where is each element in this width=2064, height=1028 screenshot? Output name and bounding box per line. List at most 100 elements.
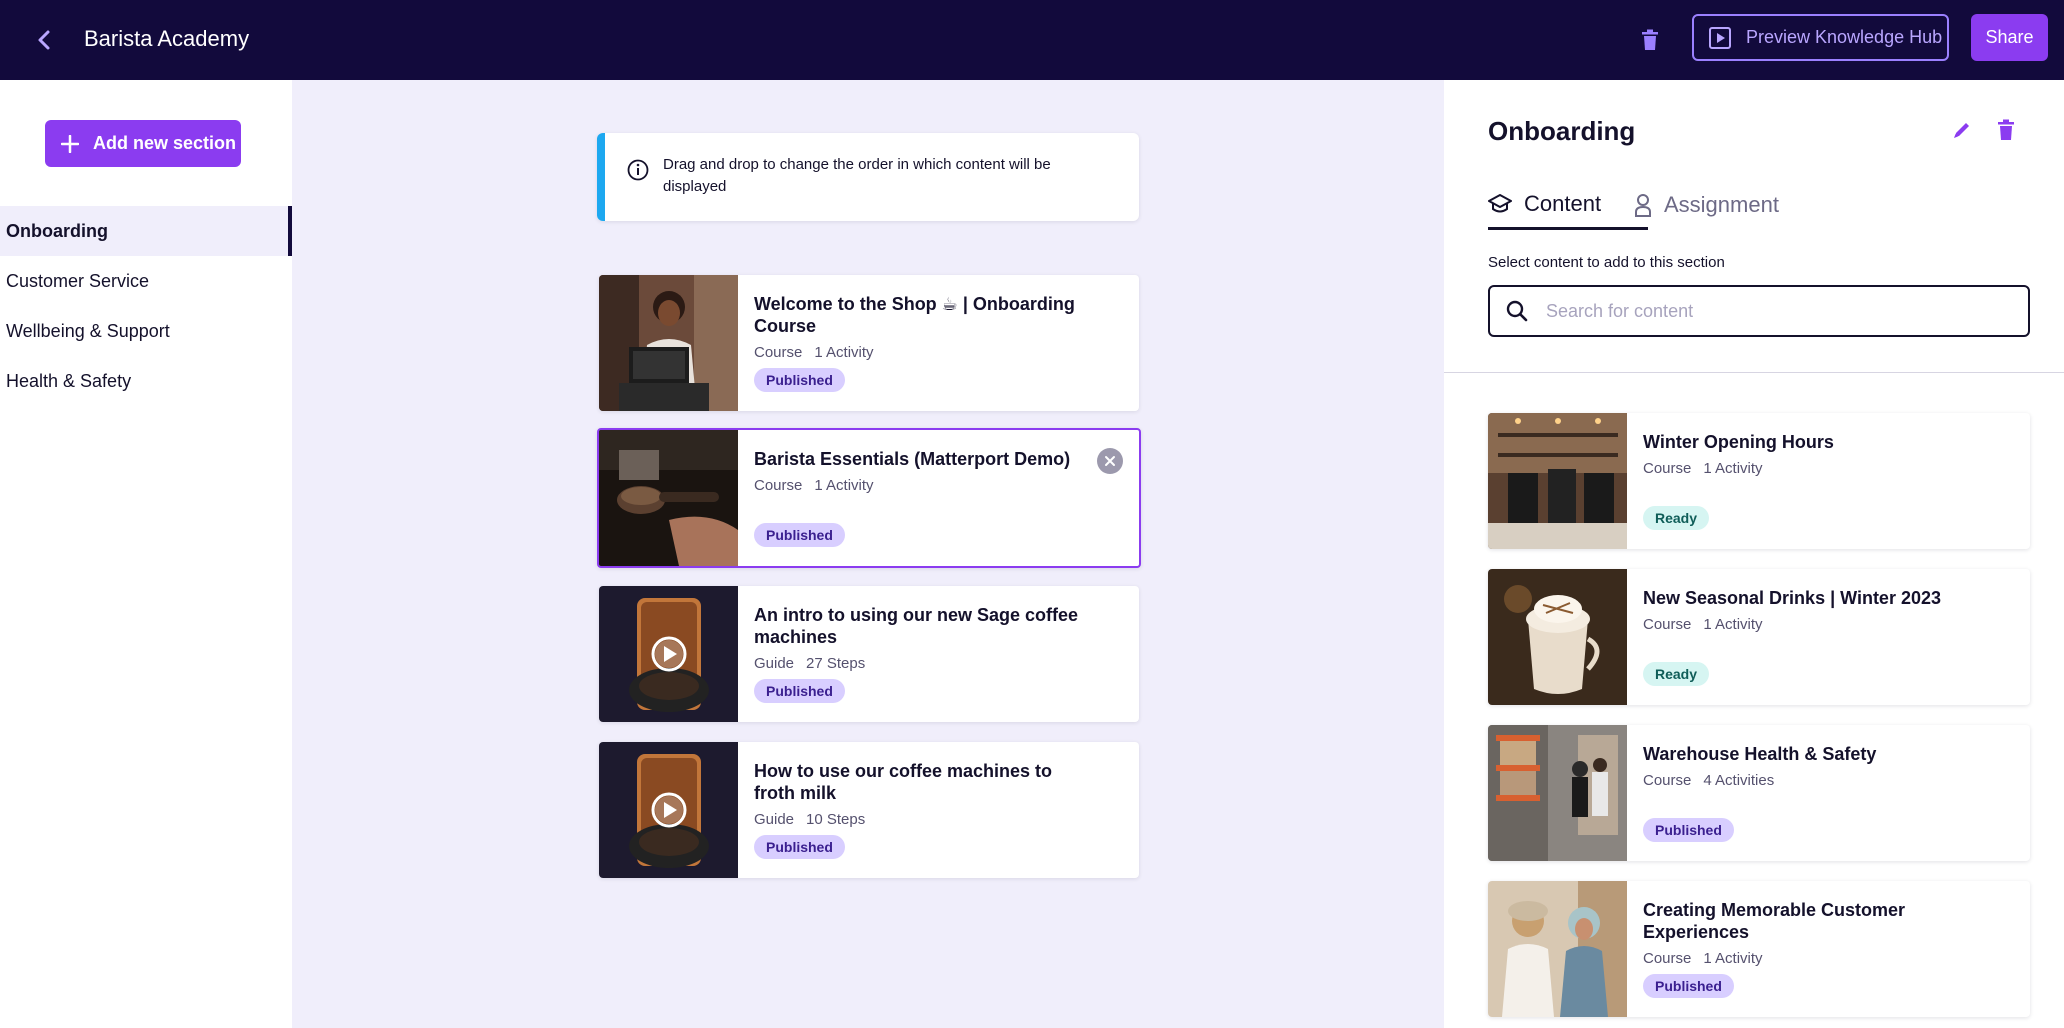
delete-academy-button[interactable] bbox=[1630, 20, 1670, 60]
trash-icon bbox=[1998, 119, 2014, 140]
card-count: 10 Steps bbox=[806, 811, 866, 828]
card-count: 1 Activity bbox=[814, 477, 874, 494]
app-title: Barista Academy bbox=[84, 26, 250, 51]
play-square-icon bbox=[1709, 26, 1731, 49]
remove-content-button[interactable] bbox=[1097, 448, 1123, 474]
status-badge: Ready bbox=[1643, 662, 1710, 686]
graduation-cap-icon bbox=[1488, 193, 1512, 212]
top-bar: Barista Academy Preview Knowledge Hub Sh… bbox=[0, 0, 2064, 80]
card-type: Guide bbox=[754, 811, 795, 828]
preview-label: Preview Knowledge Hub bbox=[1746, 27, 1943, 47]
card-meta: Course 1 Activity bbox=[1643, 459, 2003, 479]
available-content-card[interactable]: Warehouse Health & Safety Course 4 Activi… bbox=[1488, 725, 2030, 861]
card-meta: Course 1 Activity bbox=[754, 343, 1084, 363]
section-list: Onboarding Customer Service Wellbeing & … bbox=[0, 206, 292, 406]
card-thumbnail bbox=[1488, 725, 1627, 861]
status-badge: Published bbox=[754, 835, 845, 859]
section-sidebar: Add new section Onboarding Customer Serv… bbox=[0, 80, 292, 1028]
card-body: Welcome to the Shop ☕ | Onboarding Cours… bbox=[754, 293, 1084, 363]
tab-content[interactable]: Content bbox=[1488, 180, 1648, 230]
card-title: Welcome to the Shop ☕ | Onboarding Cours… bbox=[754, 294, 1075, 336]
delete-section-button[interactable] bbox=[1992, 116, 2020, 144]
back-button[interactable] bbox=[24, 20, 64, 60]
section-item-customer-service[interactable]: Customer Service bbox=[0, 256, 292, 306]
card-thumbnail bbox=[1488, 569, 1627, 705]
person-icon bbox=[1635, 194, 1651, 217]
card-meta: Course 1 Activity bbox=[1643, 949, 2003, 969]
card-meta: Course 4 Activities bbox=[1643, 771, 2003, 791]
card-meta: Guide 10 Steps bbox=[754, 810, 1084, 830]
available-content-card[interactable]: New Seasonal Drinks | Winter 2023 Course… bbox=[1488, 569, 2030, 705]
share-button[interactable]: Share bbox=[1971, 14, 2048, 61]
card-type: Course bbox=[1643, 616, 1692, 633]
section-title: Onboarding bbox=[1488, 116, 1636, 146]
panel-divider bbox=[1444, 372, 2064, 373]
content-card[interactable]: An intro to using our new Sage coffee ma… bbox=[599, 586, 1139, 722]
content-card-selected[interactable]: Barista Essentials (Matterport Demo) Cou… bbox=[597, 428, 1141, 568]
card-meta: Course 1 Activity bbox=[754, 476, 1084, 496]
card-type: Course bbox=[1643, 772, 1692, 789]
card-meta: Guide 27 Steps bbox=[754, 654, 1084, 674]
section-item-health-safety[interactable]: Health & Safety bbox=[0, 356, 292, 406]
card-count: 1 Activity bbox=[1703, 616, 1763, 633]
content-card[interactable]: Welcome to the Shop ☕ | Onboarding Cours… bbox=[599, 275, 1139, 411]
card-title: Warehouse Health & Safety bbox=[1643, 744, 1877, 764]
add-new-section-label: Add new section bbox=[93, 133, 237, 153]
card-type: Course bbox=[754, 477, 803, 494]
add-new-section-button[interactable]: Add new section bbox=[45, 120, 241, 167]
status-badge: Published bbox=[1643, 818, 1734, 842]
drag-drop-info-banner: Drag and drop to change the order in whi… bbox=[597, 133, 1139, 221]
card-body: Barista Essentials (Matterport Demo) Cou… bbox=[754, 448, 1084, 496]
tab-assignment-label: Assignment bbox=[1664, 192, 1779, 217]
card-body: Warehouse Health & Safety Course 4 Activi… bbox=[1643, 743, 2003, 791]
card-thumbnail bbox=[1488, 881, 1627, 1017]
close-circle-icon bbox=[1105, 456, 1115, 466]
status-badge: Published bbox=[754, 523, 845, 547]
card-count: 1 Activity bbox=[1703, 460, 1763, 477]
card-body: How to use our coffee machines to froth … bbox=[754, 760, 1084, 830]
tab-content-label: Content bbox=[1524, 190, 1602, 216]
card-body: Creating Memorable Customer Experiences … bbox=[1643, 899, 2003, 969]
card-thumbnail bbox=[599, 742, 738, 878]
card-title: Creating Memorable Customer Experiences bbox=[1643, 900, 1906, 942]
select-content-label: Select content to add to this section bbox=[1488, 254, 1725, 271]
info-circle-icon bbox=[627, 159, 649, 181]
status-badge: Published bbox=[1643, 974, 1734, 998]
card-thumbnail bbox=[599, 586, 738, 722]
card-type: Course bbox=[1643, 950, 1692, 967]
tab-assignment[interactable]: Assignment bbox=[1634, 180, 1804, 230]
card-count: 1 Activity bbox=[814, 344, 874, 361]
section-item-onboarding[interactable]: Onboarding bbox=[0, 206, 292, 256]
plus-icon bbox=[61, 134, 79, 153]
card-body: New Seasonal Drinks | Winter 2023 Course… bbox=[1643, 587, 2003, 635]
available-content-card[interactable]: Creating Memorable Customer Experiences … bbox=[1488, 881, 2030, 1017]
search-input[interactable] bbox=[1546, 300, 2016, 322]
status-badge: Ready bbox=[1643, 506, 1710, 530]
card-title: Barista Essentials (Matterport Demo) bbox=[754, 449, 1071, 469]
card-title: New Seasonal Drinks | Winter 2023 bbox=[1643, 588, 1941, 608]
trash-icon bbox=[1642, 29, 1658, 50]
card-title: How to use our coffee machines to froth … bbox=[754, 761, 1053, 803]
card-thumbnail bbox=[599, 430, 738, 566]
available-content-card[interactable]: Winter Opening Hours Course 1 Activity Re… bbox=[1488, 413, 2030, 549]
chevron-left-icon bbox=[38, 30, 50, 50]
card-type: Guide bbox=[754, 655, 795, 672]
section-item-wellbeing-support[interactable]: Wellbeing & Support bbox=[0, 306, 292, 356]
card-body: An intro to using our new Sage coffee ma… bbox=[754, 604, 1084, 674]
preview-knowledge-hub-button[interactable]: Preview Knowledge Hub bbox=[1692, 14, 1949, 61]
edit-section-button[interactable] bbox=[1948, 116, 1976, 144]
pencil-icon bbox=[1954, 123, 1969, 138]
status-badge: Published bbox=[754, 368, 845, 392]
card-title: Winter Opening Hours bbox=[1643, 432, 1834, 452]
status-badge: Published bbox=[754, 679, 845, 703]
section-detail-panel: Onboarding Content Assignment Select con… bbox=[1444, 80, 2064, 1028]
card-count: 4 Activities bbox=[1703, 772, 1775, 789]
search-box bbox=[1488, 285, 2030, 337]
info-text: Drag and drop to change the order in whi… bbox=[663, 156, 1051, 195]
search-icon bbox=[1506, 300, 1528, 322]
content-card[interactable]: How to use our coffee machines to froth … bbox=[599, 742, 1139, 878]
card-count: 1 Activity bbox=[1703, 950, 1763, 967]
card-body: Winter Opening Hours Course 1 Activity bbox=[1643, 431, 2003, 479]
card-type: Course bbox=[754, 344, 803, 361]
card-type: Course bbox=[1643, 460, 1692, 477]
